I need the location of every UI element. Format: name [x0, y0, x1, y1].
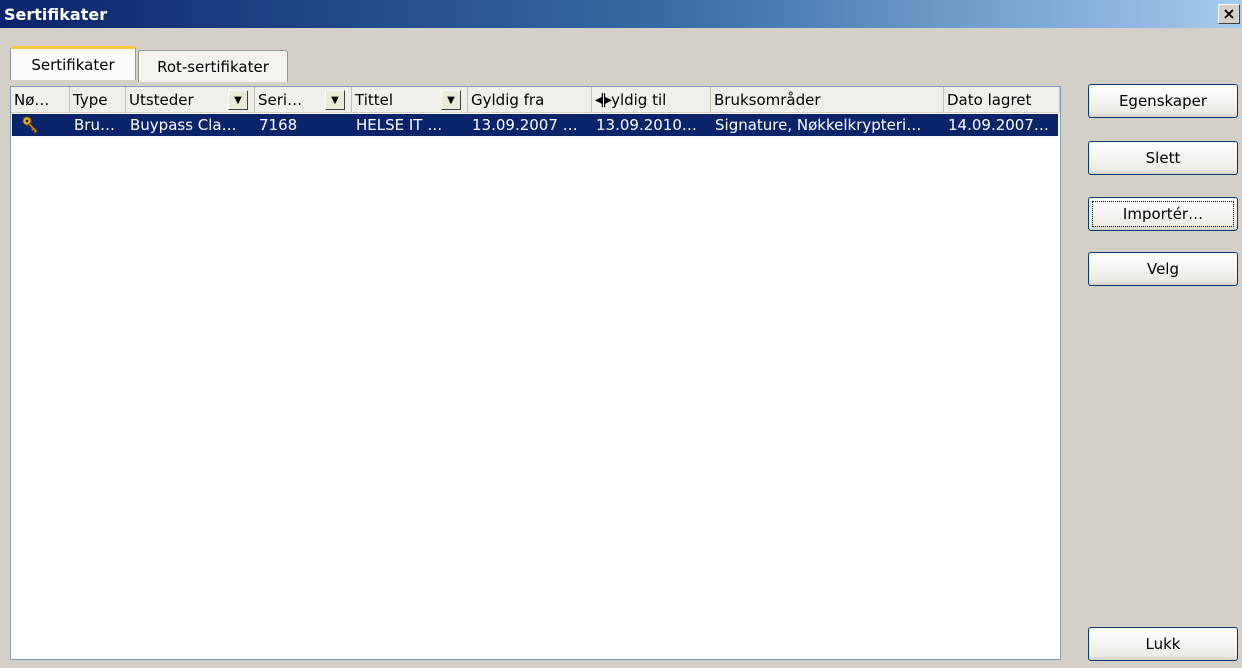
title-bar: Sertifikater × [0, 0, 1242, 28]
window-title: Sertifikater [4, 4, 108, 24]
cell-dato-lagret: 14.09.2007… [948, 116, 1049, 134]
cell-gyldig-fra: 13.09.2007 … [472, 116, 578, 134]
filter-dropdown-icon[interactable]: ▼ [228, 90, 248, 110]
delete-button[interactable]: Slett [1088, 141, 1238, 175]
cell-serie: 7168 [259, 116, 298, 134]
column-header-tittel[interactable]: Tittel ▼ [352, 87, 468, 113]
column-header-dato-lagret[interactable]: Dato lagret [944, 87, 1060, 113]
cell-bruksomrader: Signature, Nøkkelkrypteri… [715, 116, 922, 134]
column-header-nokkel[interactable]: Nø… [11, 87, 70, 113]
column-header-serie[interactable]: Seri… ▼ [255, 87, 352, 113]
cell-type: Bru… [74, 116, 115, 134]
import-button[interactable]: Importér… [1088, 197, 1238, 231]
filter-dropdown-icon[interactable]: ▼ [441, 90, 461, 110]
close-button[interactable]: Lukk [1088, 627, 1238, 661]
select-button[interactable]: Velg [1088, 252, 1238, 286]
properties-button[interactable]: Egenskaper [1088, 84, 1238, 118]
close-window-button[interactable]: × [1218, 4, 1240, 24]
column-header-type[interactable]: Type [70, 87, 126, 113]
filter-dropdown-icon[interactable]: ▼ [325, 90, 345, 110]
tab-rot-sertifikater[interactable]: Rot-sertifikater [138, 50, 288, 82]
table-row[interactable]: Bru… Buypass Cla… 7168 HELSE IT … 13.09.… [11, 113, 1059, 137]
column-header-utsteder[interactable]: Utsteder ▼ [126, 87, 255, 113]
column-resize-cursor-icon: ◂‖▸ [595, 92, 612, 108]
list-header: Nø… Type Utsteder ▼ Seri… ▼ Tittel ▼ Gyl… [11, 87, 1060, 113]
cell-utsteder: Buypass Cla… [130, 116, 237, 134]
column-header-gyldig-til[interactable]: ◂‖▸ yldig til [592, 87, 711, 113]
column-header-gyldig-fra[interactable]: Gyldig fra [468, 87, 592, 113]
column-header-bruksomrader[interactable]: Bruksområder [711, 87, 944, 113]
tab-sertifikater[interactable]: Sertifikater [10, 46, 136, 80]
cell-tittel: HELSE IT … [356, 116, 443, 134]
key-icon [22, 116, 38, 134]
cell-gyldig-til: 13.09.2010… [596, 116, 697, 134]
certificate-list[interactable]: Nø… Type Utsteder ▼ Seri… ▼ Tittel ▼ Gyl… [10, 86, 1061, 660]
row-icon-cell [12, 114, 70, 136]
